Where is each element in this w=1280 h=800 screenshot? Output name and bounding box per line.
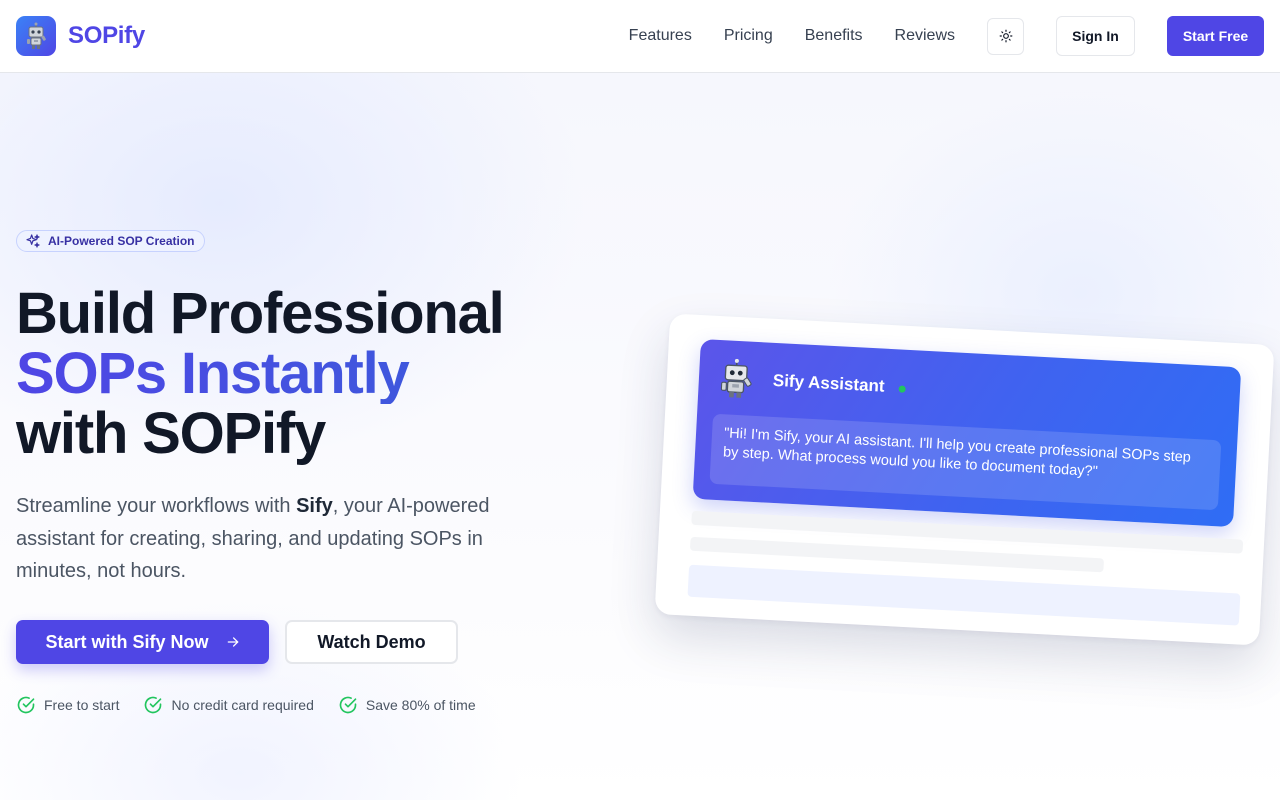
perk-item: No credit card required: [143, 695, 314, 715]
brand-name[interactable]: SOPify: [68, 22, 145, 50]
theme-toggle-button[interactable]: [987, 17, 1024, 55]
assistant-header: Sify Assistant: [716, 358, 907, 408]
assistant-preview-card: Sify Assistant "Hi! I'm Sify, your AI as…: [654, 313, 1275, 646]
placeholder-input: [687, 564, 1241, 626]
perk-label: No credit card required: [171, 697, 314, 713]
subtext-bold: Sify: [296, 495, 333, 517]
hero-headline: Build Professional SOPs Instantly with S…: [16, 281, 505, 466]
main-nav: Features Pricing Benefits Reviews Sign I…: [629, 16, 1264, 56]
watch-demo-button[interactable]: Watch Demo: [285, 620, 458, 664]
badge-label: AI-Powered SOP Creation: [48, 234, 195, 248]
check-circle-icon: [17, 696, 35, 714]
assistant-message: "Hi! I'm Sify, your AI assistant. I'll h…: [709, 413, 1222, 511]
arrow-right-icon: [227, 637, 238, 647]
perk-item: Save 80% of time: [338, 695, 476, 715]
nav-features[interactable]: Features: [629, 27, 692, 45]
perk-item: Free to start: [16, 695, 119, 715]
check-circle-icon: [339, 696, 357, 714]
assistant-name: Sify Assistant: [772, 370, 886, 396]
sign-in-button[interactable]: Sign In: [1056, 16, 1135, 56]
nav-pricing[interactable]: Pricing: [724, 27, 773, 45]
perks-list: Free to start No credit card required Sa…: [16, 695, 500, 715]
robot-icon: [27, 22, 46, 49]
robot-icon: [720, 358, 752, 398]
sparkles-icon: [26, 234, 40, 248]
hero-section: AI-Powered SOP Creation Build Profession…: [0, 73, 1280, 800]
online-status-dot: [898, 385, 906, 393]
hero-subtext: Streamline your workflows with Sify, you…: [16, 490, 506, 588]
sun-icon: [999, 29, 1012, 43]
headline-line-1: Build Professional: [16, 281, 505, 346]
nav-reviews[interactable]: Reviews: [895, 27, 955, 45]
perk-label: Free to start: [44, 697, 120, 713]
nav-benefits[interactable]: Benefits: [805, 27, 863, 45]
cta-primary-label: Start with Sify Now: [45, 631, 209, 652]
start-with-sify-button[interactable]: Start with Sify Now: [16, 620, 269, 664]
assistant-chat-panel: Sify Assistant "Hi! I'm Sify, your AI as…: [692, 339, 1242, 528]
check-circle-icon: [145, 696, 162, 714]
feature-badge: AI-Powered SOP Creation: [16, 230, 206, 252]
perk-label: Save 80% of time: [365, 697, 476, 713]
site-header: SOPify Features Pricing Benefits Reviews…: [0, 0, 1280, 73]
start-free-button[interactable]: Start Free: [1167, 16, 1264, 56]
subtext-part-1: Streamline your workflows with: [16, 495, 297, 517]
headline-line-2: SOPs Instantly: [16, 344, 504, 404]
logo[interactable]: [16, 16, 56, 56]
headline-line-3: with SOPify: [16, 401, 326, 466]
